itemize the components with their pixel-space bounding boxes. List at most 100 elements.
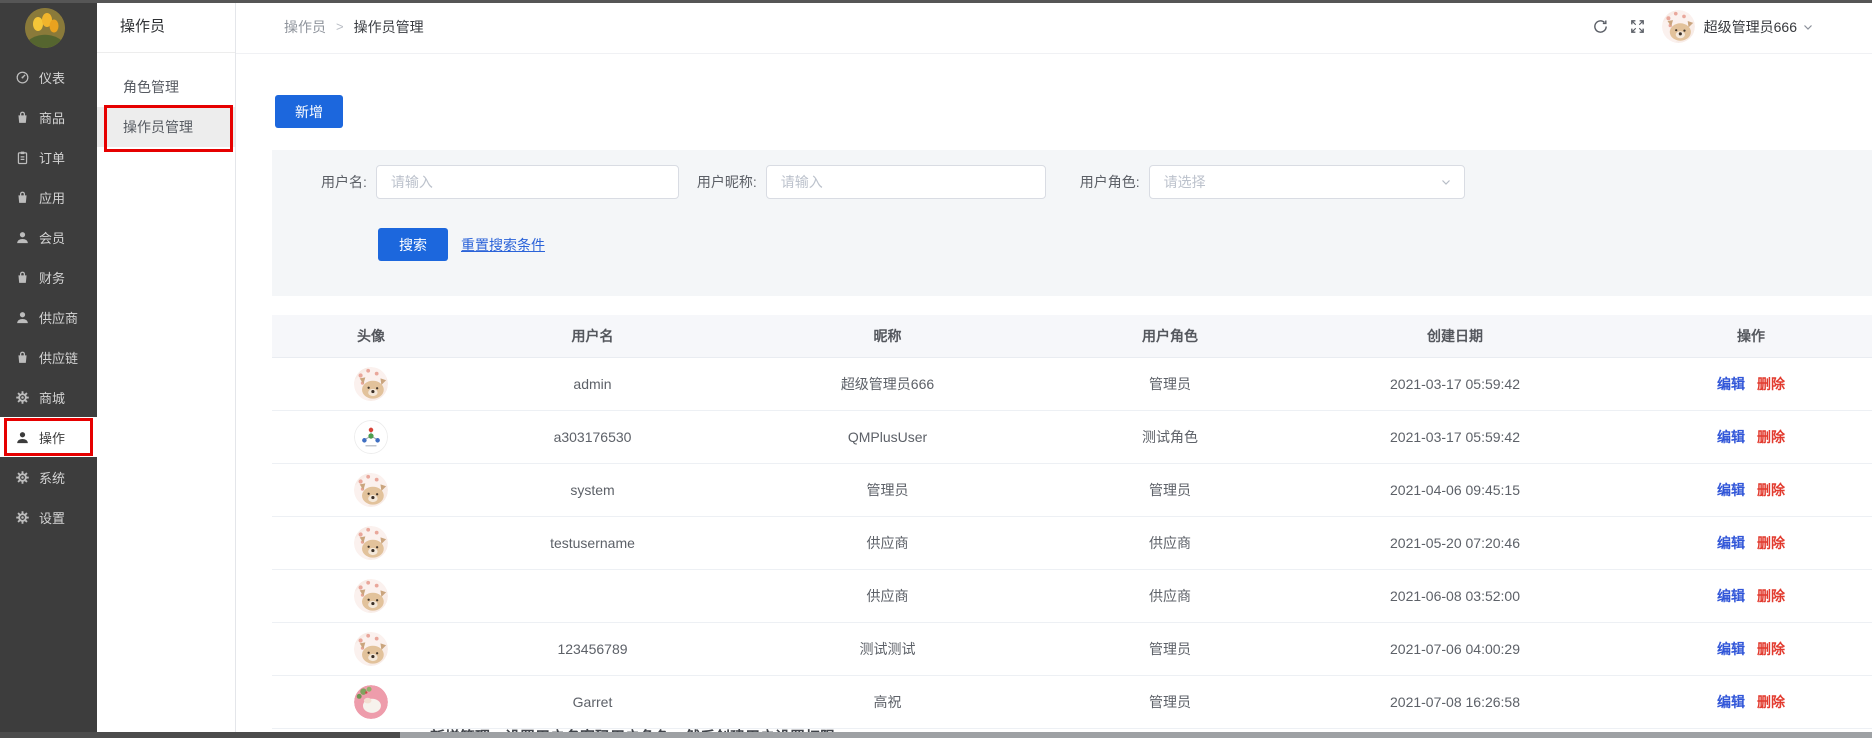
delete-link[interactable]: 删除	[1757, 374, 1785, 394]
horizontal-scrollbar-track	[0, 732, 1872, 738]
cell-username: a303176530	[470, 429, 715, 445]
sidebar-item-label: 商品	[39, 108, 65, 127]
sidebar-item[interactable]: 订单	[0, 137, 97, 177]
sidebar-item[interactable]: 系统	[0, 457, 97, 497]
breadcrumb-separator-icon: >	[336, 19, 344, 34]
dog-avatar	[354, 526, 388, 560]
edit-link[interactable]: 编辑	[1717, 639, 1745, 659]
cell-role: 管理员	[1060, 692, 1280, 712]
table-row: admin 超级管理员666 管理员 2021-03-17 05:59:42 编…	[272, 358, 1872, 411]
search-button[interactable]: 搜索	[378, 228, 448, 261]
user-icon	[15, 430, 30, 445]
reset-search-link[interactable]: 重置搜索条件	[461, 235, 545, 255]
sidebar-item-label: 供应商	[39, 308, 78, 327]
dog-avatar	[354, 579, 388, 613]
role-field-label: 用户角色:	[1080, 172, 1140, 192]
submenu-item[interactable]: 角色管理	[97, 67, 235, 107]
edit-link[interactable]: 编辑	[1717, 480, 1745, 500]
logo-avatar	[354, 420, 388, 454]
user-icon	[15, 230, 30, 245]
edit-link[interactable]: 编辑	[1717, 692, 1745, 712]
delete-link[interactable]: 删除	[1757, 533, 1785, 553]
dog-avatar	[354, 632, 388, 666]
dog-avatar	[354, 367, 388, 401]
sidebar-item-label: 系统	[39, 468, 65, 487]
nickname-field-label: 用户昵称:	[697, 172, 757, 192]
table-row: 123456789 测试测试 管理员 2021-07-06 04:00:29 编…	[272, 623, 1872, 676]
main-content: 操作员 > 操作员管理 超级管理员666 新增 用户名: 用户昵称	[236, 0, 1872, 738]
delete-link[interactable]: 删除	[1757, 692, 1785, 712]
table-row: 供应商 供应商 2021-06-08 03:52:00 编辑 删除	[272, 570, 1872, 623]
cell-role: 供应商	[1060, 586, 1280, 606]
cell-created-date: 2021-03-17 05:59:42	[1280, 429, 1630, 445]
cell-created-date: 2021-07-08 16:26:58	[1280, 694, 1630, 710]
sidebar-item-label: 财务	[39, 268, 65, 287]
breadcrumb-item-current: 操作员管理	[354, 17, 424, 37]
user-avatar-header	[1662, 10, 1695, 43]
sidebar-item[interactable]: 商品	[0, 97, 97, 137]
user-name: 超级管理员666	[1704, 17, 1797, 37]
username-input[interactable]	[376, 165, 679, 199]
sidebar-item[interactable]: 供应商	[0, 297, 97, 337]
delete-link[interactable]: 删除	[1757, 639, 1785, 659]
bag-icon	[15, 350, 30, 365]
sidebar-item[interactable]: 财务	[0, 257, 97, 297]
cell-username: 123456789	[470, 641, 715, 657]
chevron-down-icon	[1802, 21, 1814, 33]
column-header: 创建日期	[1280, 326, 1630, 346]
delete-link[interactable]: 删除	[1757, 427, 1785, 447]
delete-link[interactable]: 删除	[1757, 480, 1785, 500]
fullscreen-icon[interactable]	[1629, 18, 1646, 35]
cell-username: testusername	[470, 535, 715, 551]
breadcrumb-item-parent[interactable]: 操作员	[284, 17, 326, 37]
horizontal-scrollbar-thumb[interactable]	[0, 732, 400, 738]
cell-created-date: 2021-03-17 05:59:42	[1280, 376, 1630, 392]
sidebar-item[interactable]: 应用	[0, 177, 97, 217]
gear-icon	[15, 510, 30, 525]
edit-link[interactable]: 编辑	[1717, 533, 1745, 553]
cell-role: 管理员	[1060, 639, 1280, 659]
refresh-icon[interactable]	[1592, 18, 1609, 35]
cell-nickname: 供应商	[715, 586, 1060, 606]
cell-role: 测试角色	[1060, 427, 1280, 447]
sidebar-item[interactable]: 仪表	[0, 57, 97, 97]
search-actions-row: 搜索 重置搜索条件	[378, 228, 545, 261]
column-header: 昵称	[715, 326, 1060, 346]
sidebar-item[interactable]: 设置	[0, 497, 97, 537]
table-body: admin 超级管理员666 管理员 2021-03-17 05:59:42 编…	[272, 358, 1872, 729]
edit-link[interactable]: 编辑	[1717, 374, 1745, 394]
sidebar-item[interactable]: 供应链	[0, 337, 97, 377]
cell-username: system	[470, 482, 715, 498]
cell-created-date: 2021-06-08 03:52:00	[1280, 588, 1630, 604]
cell-actions: 编辑 删除	[1630, 586, 1872, 606]
cell-role: 供应商	[1060, 533, 1280, 553]
sidebar-item-label: 会员	[39, 228, 65, 247]
sidebar-item-label: 仪表	[39, 68, 65, 87]
sidebar-item[interactable]: 操作	[0, 417, 97, 457]
nickname-input[interactable]	[766, 165, 1046, 199]
breadcrumb: 操作员 > 操作员管理	[284, 17, 424, 37]
search-panel: 用户名: 用户昵称: 用户角色: 请选择 搜索 重置搜索条件	[272, 150, 1872, 296]
sidebar-item-label: 应用	[39, 188, 65, 207]
column-header: 用户角色	[1060, 326, 1280, 346]
app-logo	[25, 8, 65, 48]
cell-username: Garret	[470, 694, 715, 710]
edit-link[interactable]: 编辑	[1717, 427, 1745, 447]
sidebar-item[interactable]: 商城	[0, 377, 97, 417]
role-select[interactable]: 请选择	[1149, 165, 1465, 199]
table-row: a303176530 QMPlusUser 测试角色 2021-03-17 05…	[272, 411, 1872, 464]
delete-link[interactable]: 删除	[1757, 586, 1785, 606]
add-button[interactable]: 新增	[275, 95, 343, 128]
sidebar-item-label: 订单	[39, 148, 65, 167]
bag-icon	[15, 190, 30, 205]
submenu-item[interactable]: 操作员管理	[97, 107, 235, 147]
cell-actions: 编辑 删除	[1630, 480, 1872, 500]
gauge-icon	[15, 70, 30, 85]
edit-link[interactable]: 编辑	[1717, 586, 1745, 606]
sidebar-item-label: 设置	[39, 508, 65, 527]
sidebar-item[interactable]: 会员	[0, 217, 97, 257]
bag-icon	[15, 270, 30, 285]
role-select-placeholder: 请选择	[1164, 172, 1206, 192]
cell-actions: 编辑 删除	[1630, 374, 1872, 394]
user-menu[interactable]: 超级管理员666	[1662, 10, 1814, 43]
